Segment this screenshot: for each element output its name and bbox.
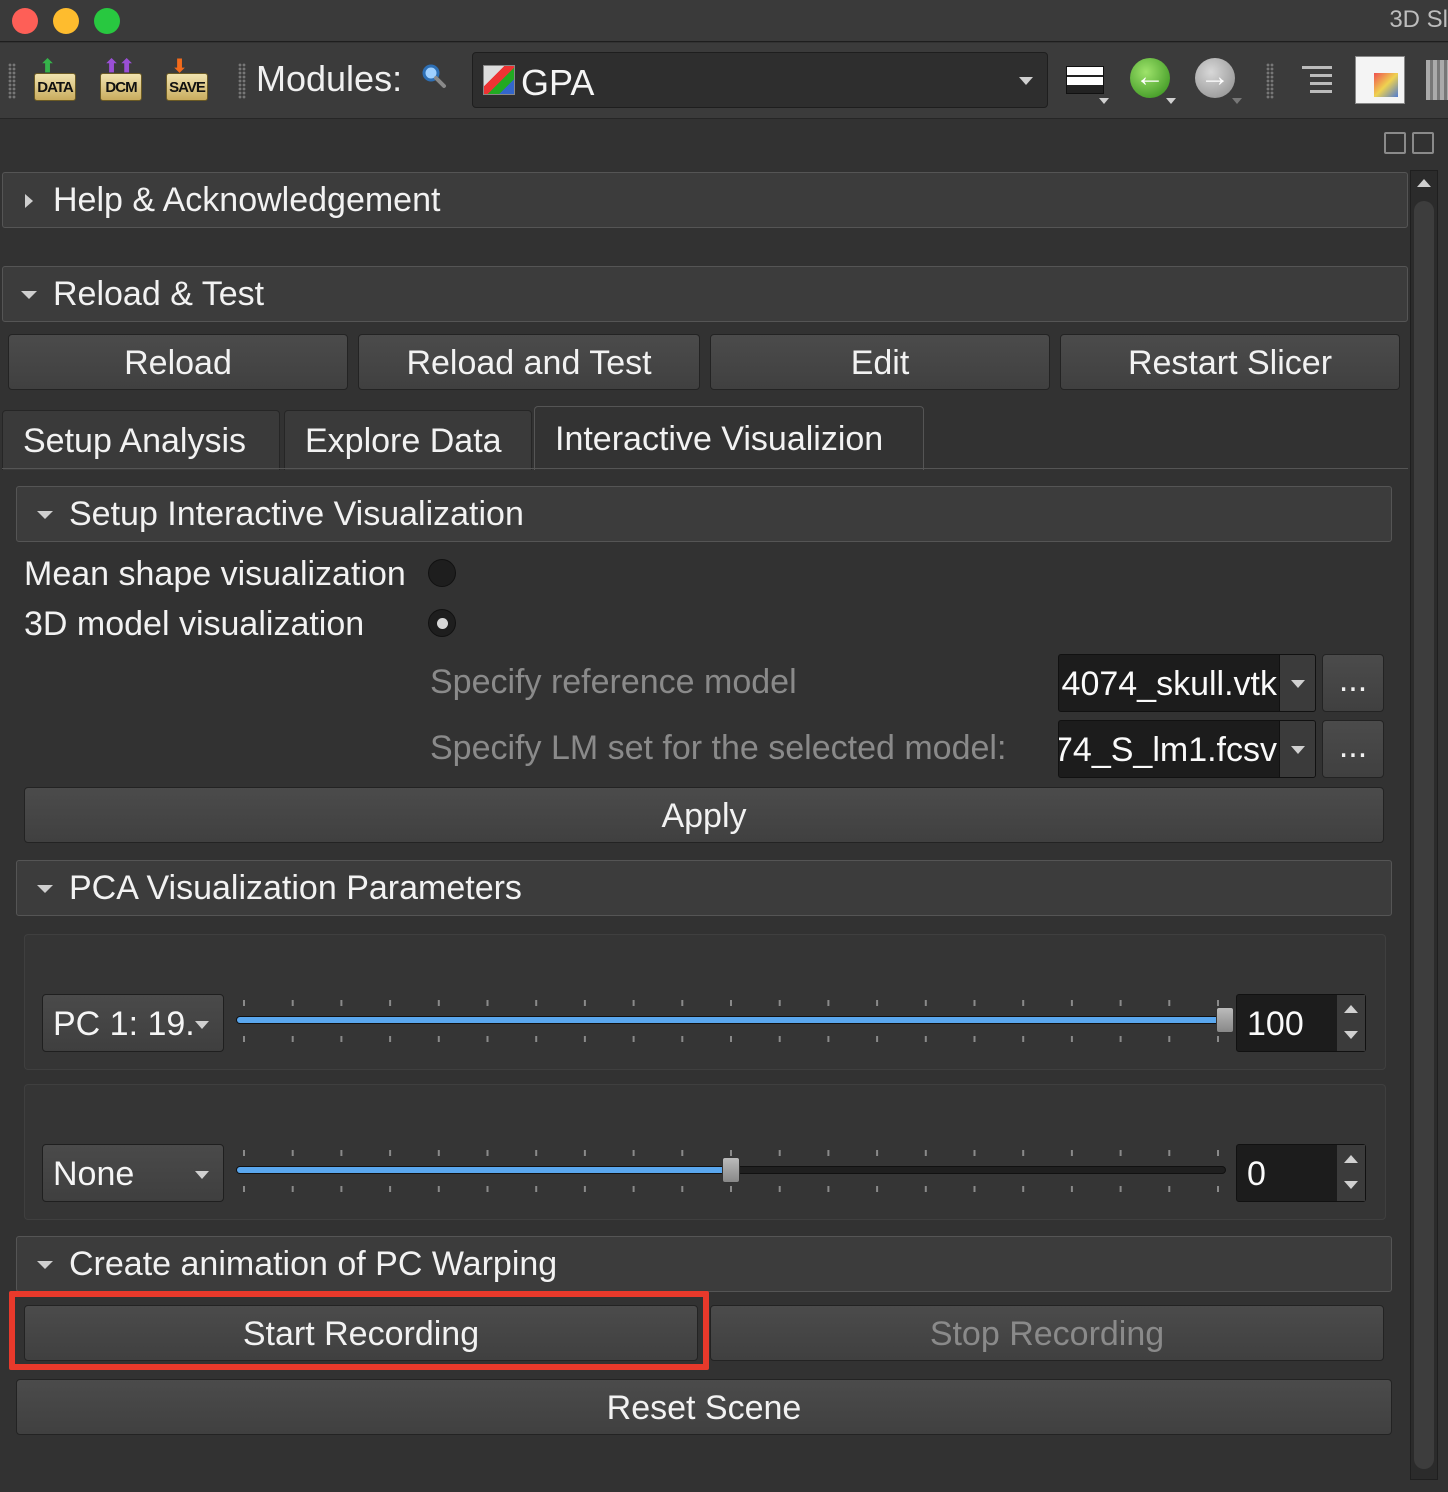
scrollbar-thumb[interactable]	[1414, 201, 1434, 1469]
pca-parameters-header[interactable]: PCA Visualization Parameters	[16, 860, 1392, 916]
chevron-down-icon	[195, 1171, 209, 1179]
toolbar-grip-icon[interactable]	[8, 63, 16, 99]
lm-set-label: Specify LM set for the selected model:	[430, 729, 1007, 767]
reload-button[interactable]: Reload	[8, 334, 348, 390]
pc2-ticks-top	[243, 1150, 1219, 1156]
lm-set-select[interactable]: 74_S_lm1.fcsv	[1058, 720, 1316, 778]
chevron-down-icon	[195, 1021, 209, 1029]
scroll-up-icon[interactable]	[1417, 179, 1431, 187]
reload-section-header[interactable]: Reload & Test	[2, 266, 1408, 322]
browse-lm-set-button[interactable]: ...	[1322, 720, 1384, 778]
chevron-down-icon	[37, 1261, 53, 1269]
minimize-window-button[interactable]	[53, 8, 79, 34]
reference-model-select[interactable]: 4074_skull.vtk	[1058, 654, 1316, 712]
back-arrow-icon[interactable]: ←	[1130, 58, 1170, 98]
mean-shape-label: Mean shape visualization	[24, 555, 406, 593]
spin-down-icon[interactable]	[1344, 1181, 1358, 1189]
pc1-slider-handle[interactable]	[1216, 1007, 1234, 1033]
browse-reference-model-button[interactable]: ...	[1322, 654, 1384, 712]
chevron-down-icon	[37, 885, 53, 893]
pc2-component-select[interactable]: None	[42, 1144, 224, 1202]
apply-button[interactable]: Apply	[24, 787, 1384, 843]
setup-visualization-header[interactable]: Setup Interactive Visualization	[16, 486, 1392, 542]
close-panel-icon[interactable]	[1412, 132, 1434, 154]
highlight-box	[9, 1291, 709, 1370]
reference-model-label: Specify reference model	[430, 663, 797, 701]
mean-shape-radio[interactable]	[428, 559, 456, 587]
dicom-button[interactable]: ⬆⬆ DCM	[98, 55, 144, 105]
layout-dropdown-icon[interactable]	[1099, 98, 1109, 104]
load-data-button[interactable]: ⬆ DATA	[32, 55, 78, 105]
chevron-down-icon	[1291, 680, 1305, 688]
toolbar-grip-icon[interactable]	[238, 63, 246, 99]
tab-setup-analysis[interactable]: Setup Analysis	[2, 410, 280, 470]
pc2-slider-fill	[237, 1167, 731, 1173]
chevron-down-icon	[37, 511, 53, 519]
window-title-bar: 3D Sl	[0, 0, 1448, 42]
animation-section-header[interactable]: Create animation of PC Warping	[16, 1236, 1392, 1292]
pc2-value-spinbox[interactable]: 0	[1236, 1144, 1366, 1202]
close-window-button[interactable]	[12, 8, 38, 34]
model-visualization-label: 3D model visualization	[24, 605, 365, 643]
chevron-down-icon	[1019, 77, 1033, 85]
chevron-down-icon	[21, 291, 37, 299]
module-icon	[483, 65, 515, 95]
window-title: 3D Sl	[1389, 6, 1448, 33]
save-button[interactable]: ⬇ SAVE	[164, 55, 210, 105]
float-panel-icon[interactable]	[1384, 132, 1406, 154]
model-visualization-radio[interactable]	[428, 609, 456, 637]
forward-history-dropdown-icon[interactable]	[1232, 98, 1242, 104]
restart-slicer-button[interactable]: Restart Slicer	[1060, 334, 1400, 390]
pc1-value-spinbox[interactable]: 100	[1236, 994, 1366, 1052]
pc2-slider[interactable]	[236, 1157, 1226, 1183]
module-selector-value: GPA	[521, 62, 595, 103]
reset-scene-button[interactable]: Reset Scene	[16, 1379, 1392, 1435]
reload-and-test-button[interactable]: Reload and Test	[358, 334, 700, 390]
volume-render-icon[interactable]	[1426, 60, 1448, 100]
modules-label: Modules:	[256, 58, 403, 99]
pc2-ticks-bottom	[243, 1186, 1219, 1192]
3d-view-icon[interactable]	[1355, 56, 1405, 104]
spin-down-icon[interactable]	[1344, 1031, 1358, 1039]
forward-arrow-icon[interactable]: →	[1195, 58, 1235, 98]
panel-scrollbar[interactable]	[1410, 170, 1438, 1480]
chevron-down-icon	[1291, 746, 1305, 754]
pc1-ticks-top	[243, 1000, 1219, 1006]
tab-explore-data[interactable]: Explore Data	[284, 410, 532, 470]
tab-interactive-visualization[interactable]: Interactive Visualizion	[534, 406, 924, 470]
pc2-slider-handle[interactable]	[722, 1157, 740, 1183]
module-selector[interactable]: GPA	[472, 52, 1048, 108]
data-tree-icon[interactable]	[1296, 60, 1336, 100]
edit-button[interactable]: Edit	[710, 334, 1050, 390]
chevron-right-icon	[25, 194, 33, 208]
search-icon[interactable]	[421, 63, 447, 89]
spin-up-icon[interactable]	[1344, 1005, 1358, 1013]
pc1-slider-fill	[237, 1017, 1225, 1023]
help-section-header[interactable]: Help & Acknowledgement	[2, 172, 1408, 228]
pc1-component-select[interactable]: PC 1: 19.	[42, 994, 224, 1052]
pc1-slider[interactable]	[236, 1007, 1234, 1033]
toolbar-grip-icon[interactable]	[1266, 63, 1274, 99]
spin-up-icon[interactable]	[1344, 1155, 1358, 1163]
back-history-dropdown-icon[interactable]	[1166, 98, 1176, 104]
layout-icon[interactable]	[1066, 66, 1104, 94]
stop-recording-button[interactable]: Stop Recording	[710, 1305, 1384, 1361]
pc1-ticks-bottom	[243, 1036, 1219, 1042]
zoom-window-button[interactable]	[94, 8, 120, 34]
